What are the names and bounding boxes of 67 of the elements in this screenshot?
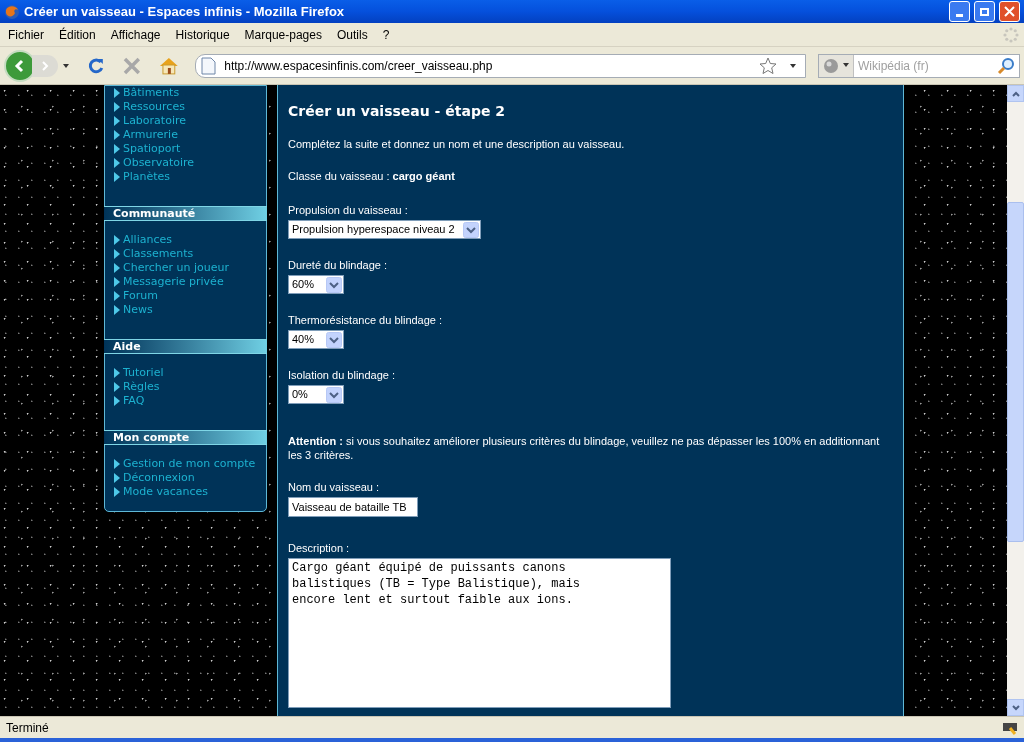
- field-label: Thermorésistance du blindage :: [288, 313, 444, 327]
- intro-text: Complétez la suite et donnez un nom et une description au vaisseau.: [288, 137, 626, 152]
- url-text: http://www.espacesinfinis.com/creer_vaisseau.php: [224, 57, 494, 75]
- page-icon: [200, 56, 217, 75]
- description-field[interactable]: Cargo géant équipé de puissants canons balistiques (TB = Type Balistique), mais encore lent et surtout faible aux ions.: [288, 558, 671, 708]
- scroll-up-icon[interactable]: [1011, 90, 1020, 97]
- sidebar-link[interactable]: News: [123, 303, 153, 317]
- menu-item[interactable]: Marque-pages: [240, 25, 326, 44]
- search-field[interactable]: Wikipédia (fr): [854, 56, 997, 75]
- sidebar-link[interactable]: Planètes: [123, 170, 170, 184]
- field-label: Isolation du blindage :: [288, 368, 397, 382]
- warning-text: Attention : si vous souhaitez améliorer plusieurs critères du blindage, veuillez ne pas dépasser les 100% en additionnant les 3 critères.: [288, 434, 881, 462]
- sidebar-link[interactable]: Ressources: [123, 100, 185, 114]
- menu-item[interactable]: ?: [378, 25, 394, 44]
- menu-item[interactable]: Édition: [55, 25, 100, 44]
- dropdown[interactable]: 0%: [288, 385, 344, 404]
- minimize-button[interactable]: [949, 1, 970, 22]
- sidebar-link[interactable]: Laboratoire: [123, 114, 186, 128]
- dropdown[interactable]: 40%: [288, 330, 344, 349]
- window-title: Créer un vaisseau - Espaces infinis - Mozilla Firefox: [24, 2, 346, 21]
- menu-item[interactable]: Fichier: [4, 25, 48, 44]
- sidebar-link[interactable]: Mode vacances: [123, 485, 209, 499]
- menu-item[interactable]: Historique: [171, 25, 234, 44]
- sidebar-link[interactable]: Classements: [123, 247, 194, 261]
- sidebar-section-header: Aide: [104, 339, 267, 354]
- page-heading: Créer un vaisseau - étape 2: [288, 102, 507, 121]
- restore-button[interactable]: [974, 1, 995, 22]
- field-label: Propulsion du vaisseau :: [288, 203, 409, 217]
- url-dropdown-icon[interactable]: [789, 62, 797, 69]
- menu-item[interactable]: Outils: [332, 25, 372, 44]
- search-box[interactable]: Wikipédia (fr): [818, 53, 1020, 78]
- engine-dropdown-icon[interactable]: [843, 63, 849, 68]
- reload-icon[interactable]: [86, 55, 106, 76]
- sidebar-link[interactable]: Bâtiments: [123, 86, 180, 100]
- menu-item[interactable]: Affichage: [106, 25, 165, 44]
- dropdown[interactable]: Propulsion hyperespace niveau 2: [288, 220, 481, 239]
- dropdown[interactable]: 60%: [288, 275, 344, 294]
- close-icon: [1004, 6, 1015, 17]
- sidebar-section-header: Mon compte: [104, 430, 267, 445]
- field-label: Nom du vaisseau :: [288, 480, 381, 494]
- sidebar-link[interactable]: Tutoriel: [123, 366, 164, 380]
- search-icon[interactable]: [997, 56, 1015, 75]
- sidebar-link[interactable]: FAQ: [123, 394, 145, 408]
- status-text: Terminé: [6, 719, 50, 737]
- scroll-down-icon[interactable]: [1011, 704, 1020, 711]
- ship-class-text: Classe du vaisseau : cargo géant: [288, 168, 456, 184]
- sidebar-section-header: Communauté: [104, 206, 267, 221]
- sidebar-link[interactable]: Chercher un joueur: [123, 261, 229, 275]
- sidebar-link[interactable]: Forum: [123, 289, 158, 303]
- address-bar[interactable]: http://www.espacesinfinis.com/creer_vaisseau.php: [195, 53, 806, 78]
- sidebar-link[interactable]: Messagerie privée: [123, 275, 224, 289]
- field-label: Description :: [288, 541, 351, 555]
- scrollbar[interactable]: [1007, 85, 1024, 716]
- sidebar-link[interactable]: Armurerie: [123, 128, 178, 142]
- loading-throbber-icon: [1002, 25, 1020, 44]
- close-button[interactable]: [999, 1, 1020, 22]
- sidebar-link[interactable]: Déconnexion: [123, 471, 195, 485]
- name-field[interactable]: Vaisseau de bataille TB: [288, 497, 418, 517]
- sidebar-link[interactable]: Observatoire: [123, 156, 195, 170]
- history-dropdown-icon[interactable]: [62, 62, 70, 69]
- browser-logo-icon: [4, 3, 20, 20]
- sidebar-link[interactable]: Alliances: [123, 233, 172, 247]
- bookmark-star-icon[interactable]: [759, 56, 777, 75]
- sidebar-link[interactable]: Gestion de mon compte: [123, 457, 256, 471]
- sidebar-link[interactable]: Spatioport: [123, 142, 181, 156]
- field-label: Dureté du blindage :: [288, 258, 389, 272]
- sidebar-link[interactable]: Règles: [123, 380, 160, 394]
